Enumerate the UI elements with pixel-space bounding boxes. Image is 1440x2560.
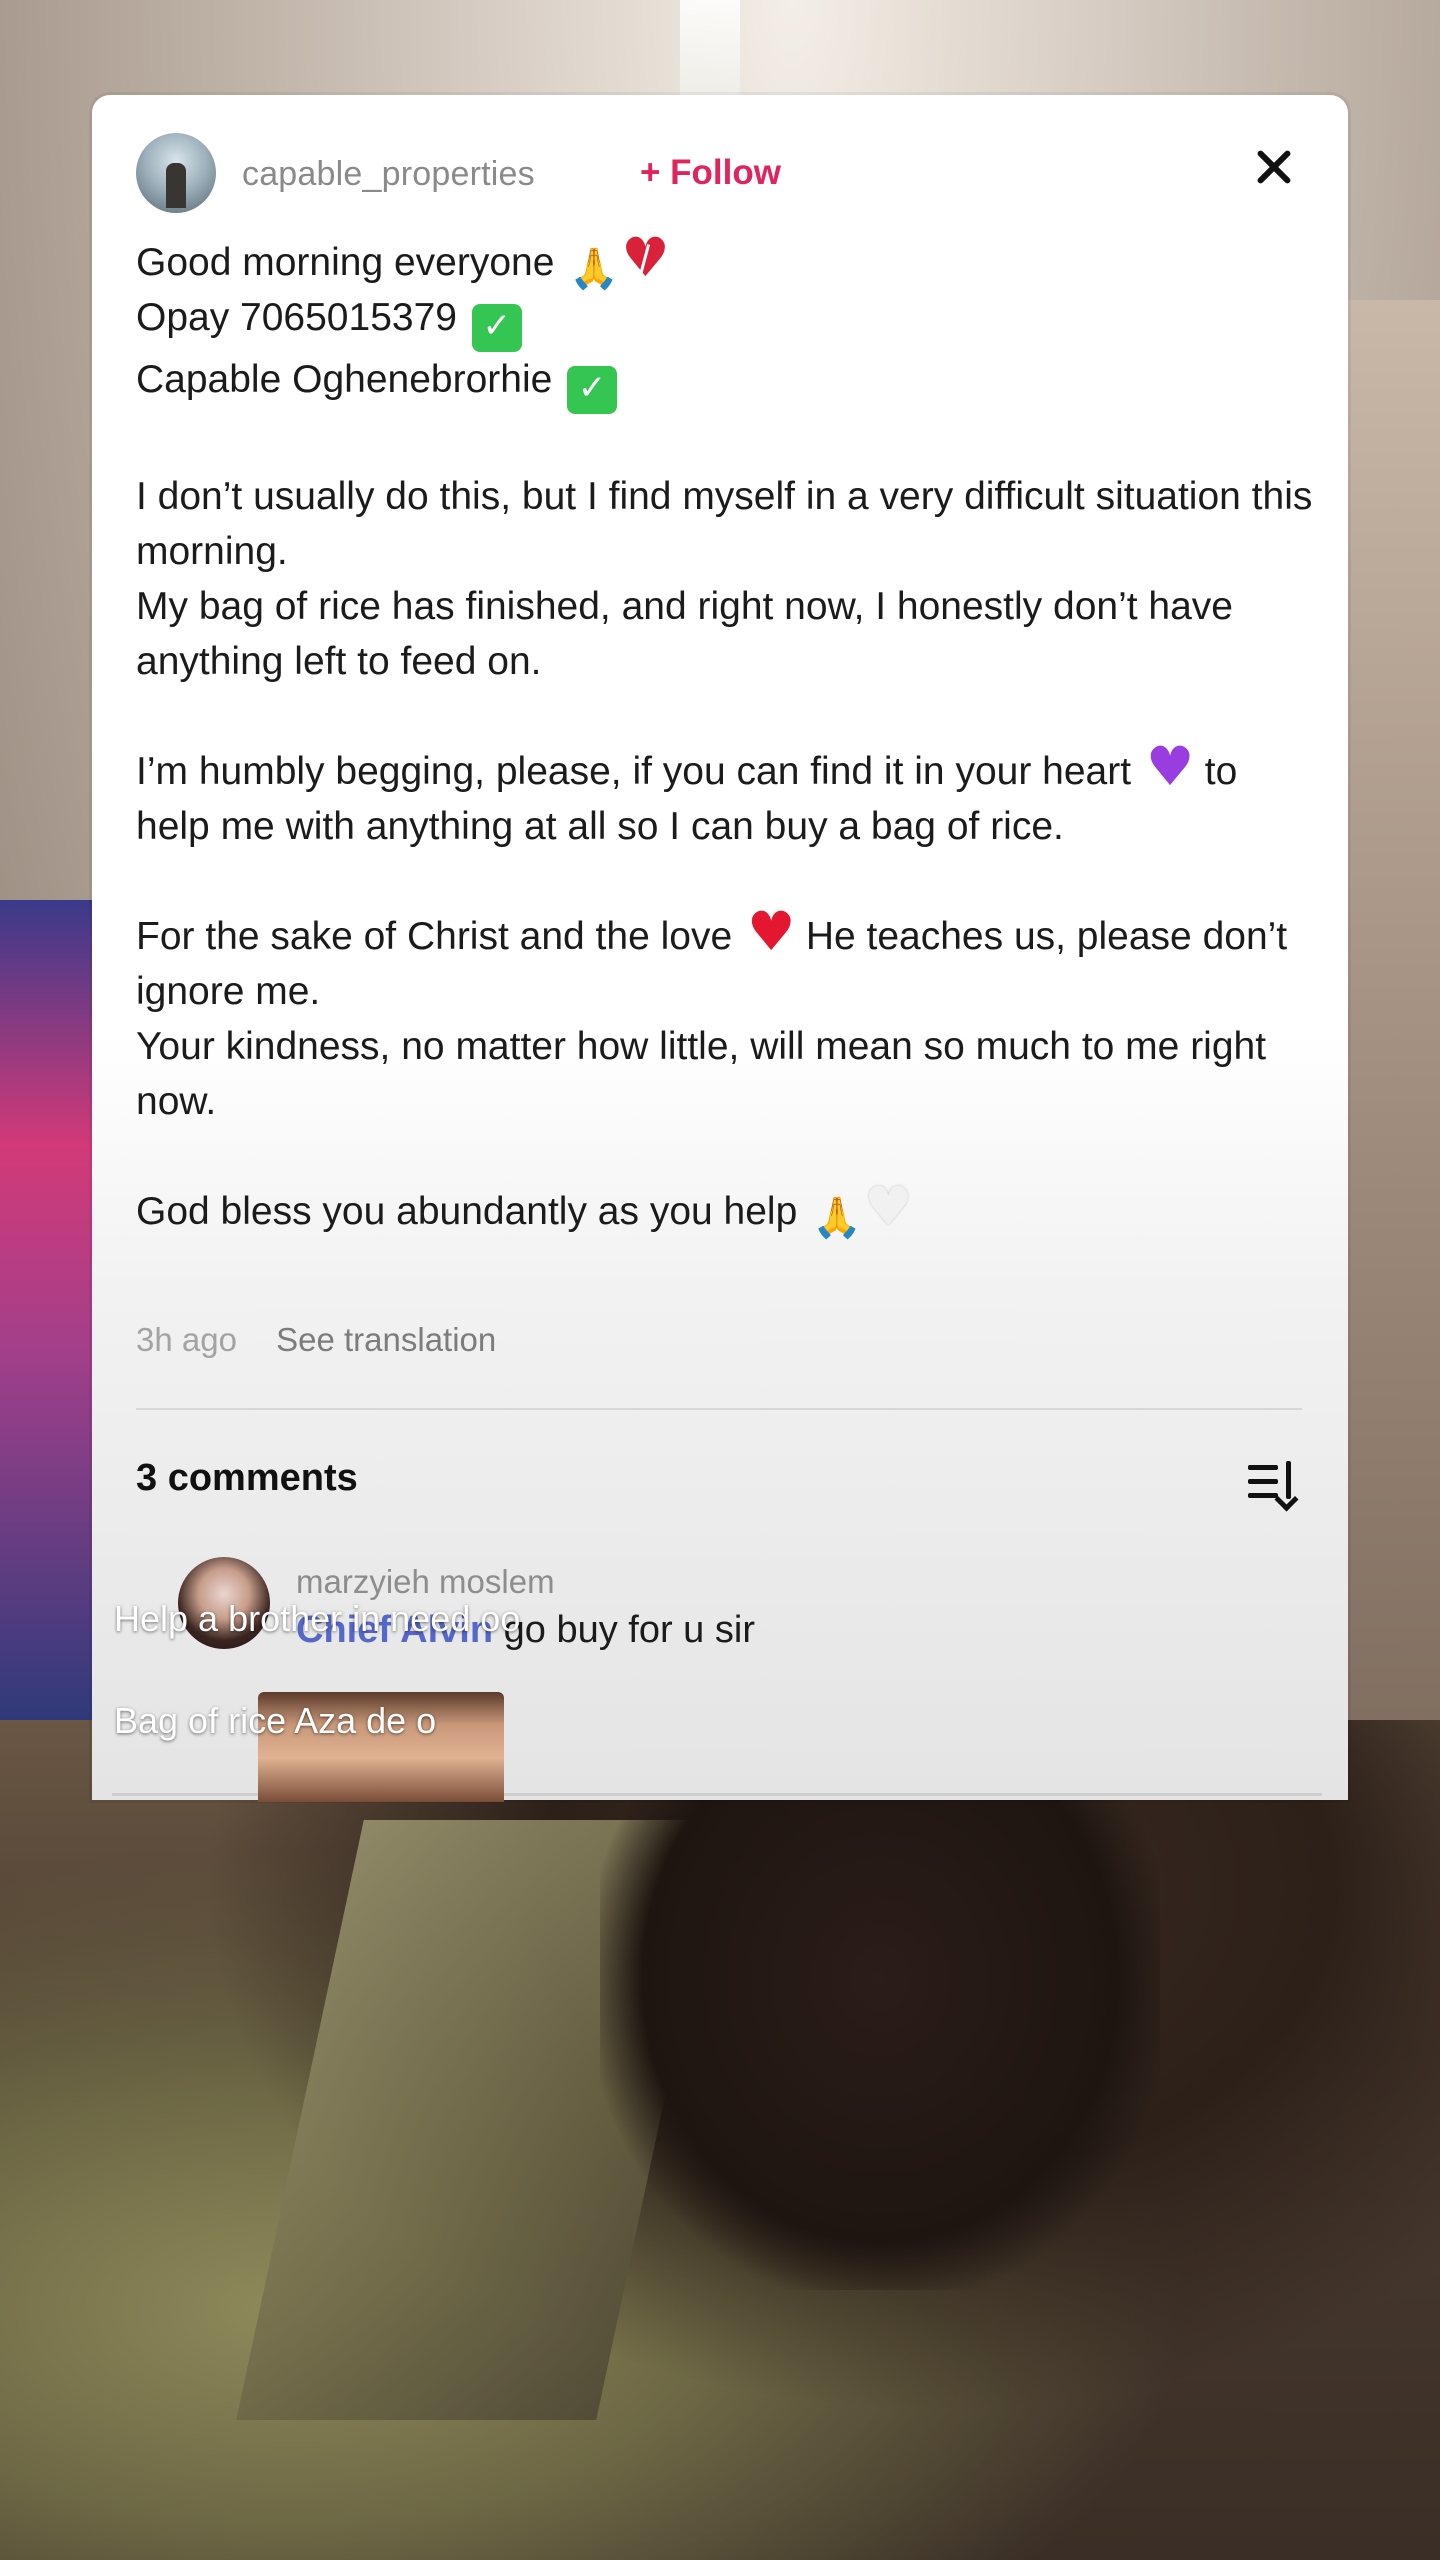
follow-button[interactable]: + Follow — [640, 153, 781, 193]
post-card: capable_properties + Follow Good morning… — [92, 95, 1348, 1800]
post-para-kindness: Your kindness, no matter how little, wil… — [136, 1025, 1267, 1123]
see-translation-link[interactable]: See translation — [276, 1321, 496, 1358]
post-body: Good morning everyone Opay 7065015379 ✓ … — [136, 230, 1316, 1294]
divider — [136, 1408, 1302, 1410]
comment-body: go buy for u sir — [503, 1609, 755, 1651]
sort-icon[interactable] — [1248, 1461, 1300, 1505]
post-line-greeting: Good morning everyone — [136, 241, 555, 284]
purple-heart-emoji — [1146, 739, 1194, 794]
overlay-caption-2: Bag of rice Aza de o — [114, 1700, 437, 1741]
post-para-christ: For the sake of Christ and the love — [136, 915, 733, 958]
close-icon[interactable] — [1246, 139, 1302, 195]
broken-heart-emoji — [621, 230, 669, 285]
username[interactable]: capable_properties — [242, 155, 535, 194]
avatar[interactable] — [136, 133, 216, 213]
post-para-begging: I’m humbly begging, please, if you can f… — [136, 750, 1132, 793]
post-para-rice: My bag of rice has finished, and right n… — [136, 585, 1233, 683]
timestamp: 3h ago — [136, 1321, 237, 1358]
check-emoji: ✓ — [471, 304, 522, 352]
post-meta: 3h ago See translation — [136, 1321, 496, 1359]
post-para-situation: I don’t usually do this, but I find myse… — [136, 475, 1313, 573]
pray-emoji — [569, 242, 613, 286]
background-face — [600, 1770, 1160, 2290]
post-line-name: Capable Oghenebrorhie — [136, 358, 553, 401]
check-emoji: ✓ — [567, 366, 618, 414]
overlay-caption-1: Help a brother in need oo — [114, 1598, 521, 1639]
post-line-account: Opay 7065015379 — [136, 296, 457, 339]
white-heart-emoji — [864, 1179, 912, 1234]
pray-emoji — [812, 1191, 856, 1235]
background-tv-screen — [0, 900, 95, 1720]
background-light — [680, 0, 740, 95]
comments-count: 3 comments — [136, 1457, 358, 1499]
post-header: capable_properties + Follow — [136, 133, 1306, 223]
comment-author[interactable]: marzyieh moslem — [296, 1563, 555, 1601]
red-heart-emoji — [747, 904, 795, 959]
post-para-bless: God bless you abundantly as you help — [136, 1190, 798, 1233]
